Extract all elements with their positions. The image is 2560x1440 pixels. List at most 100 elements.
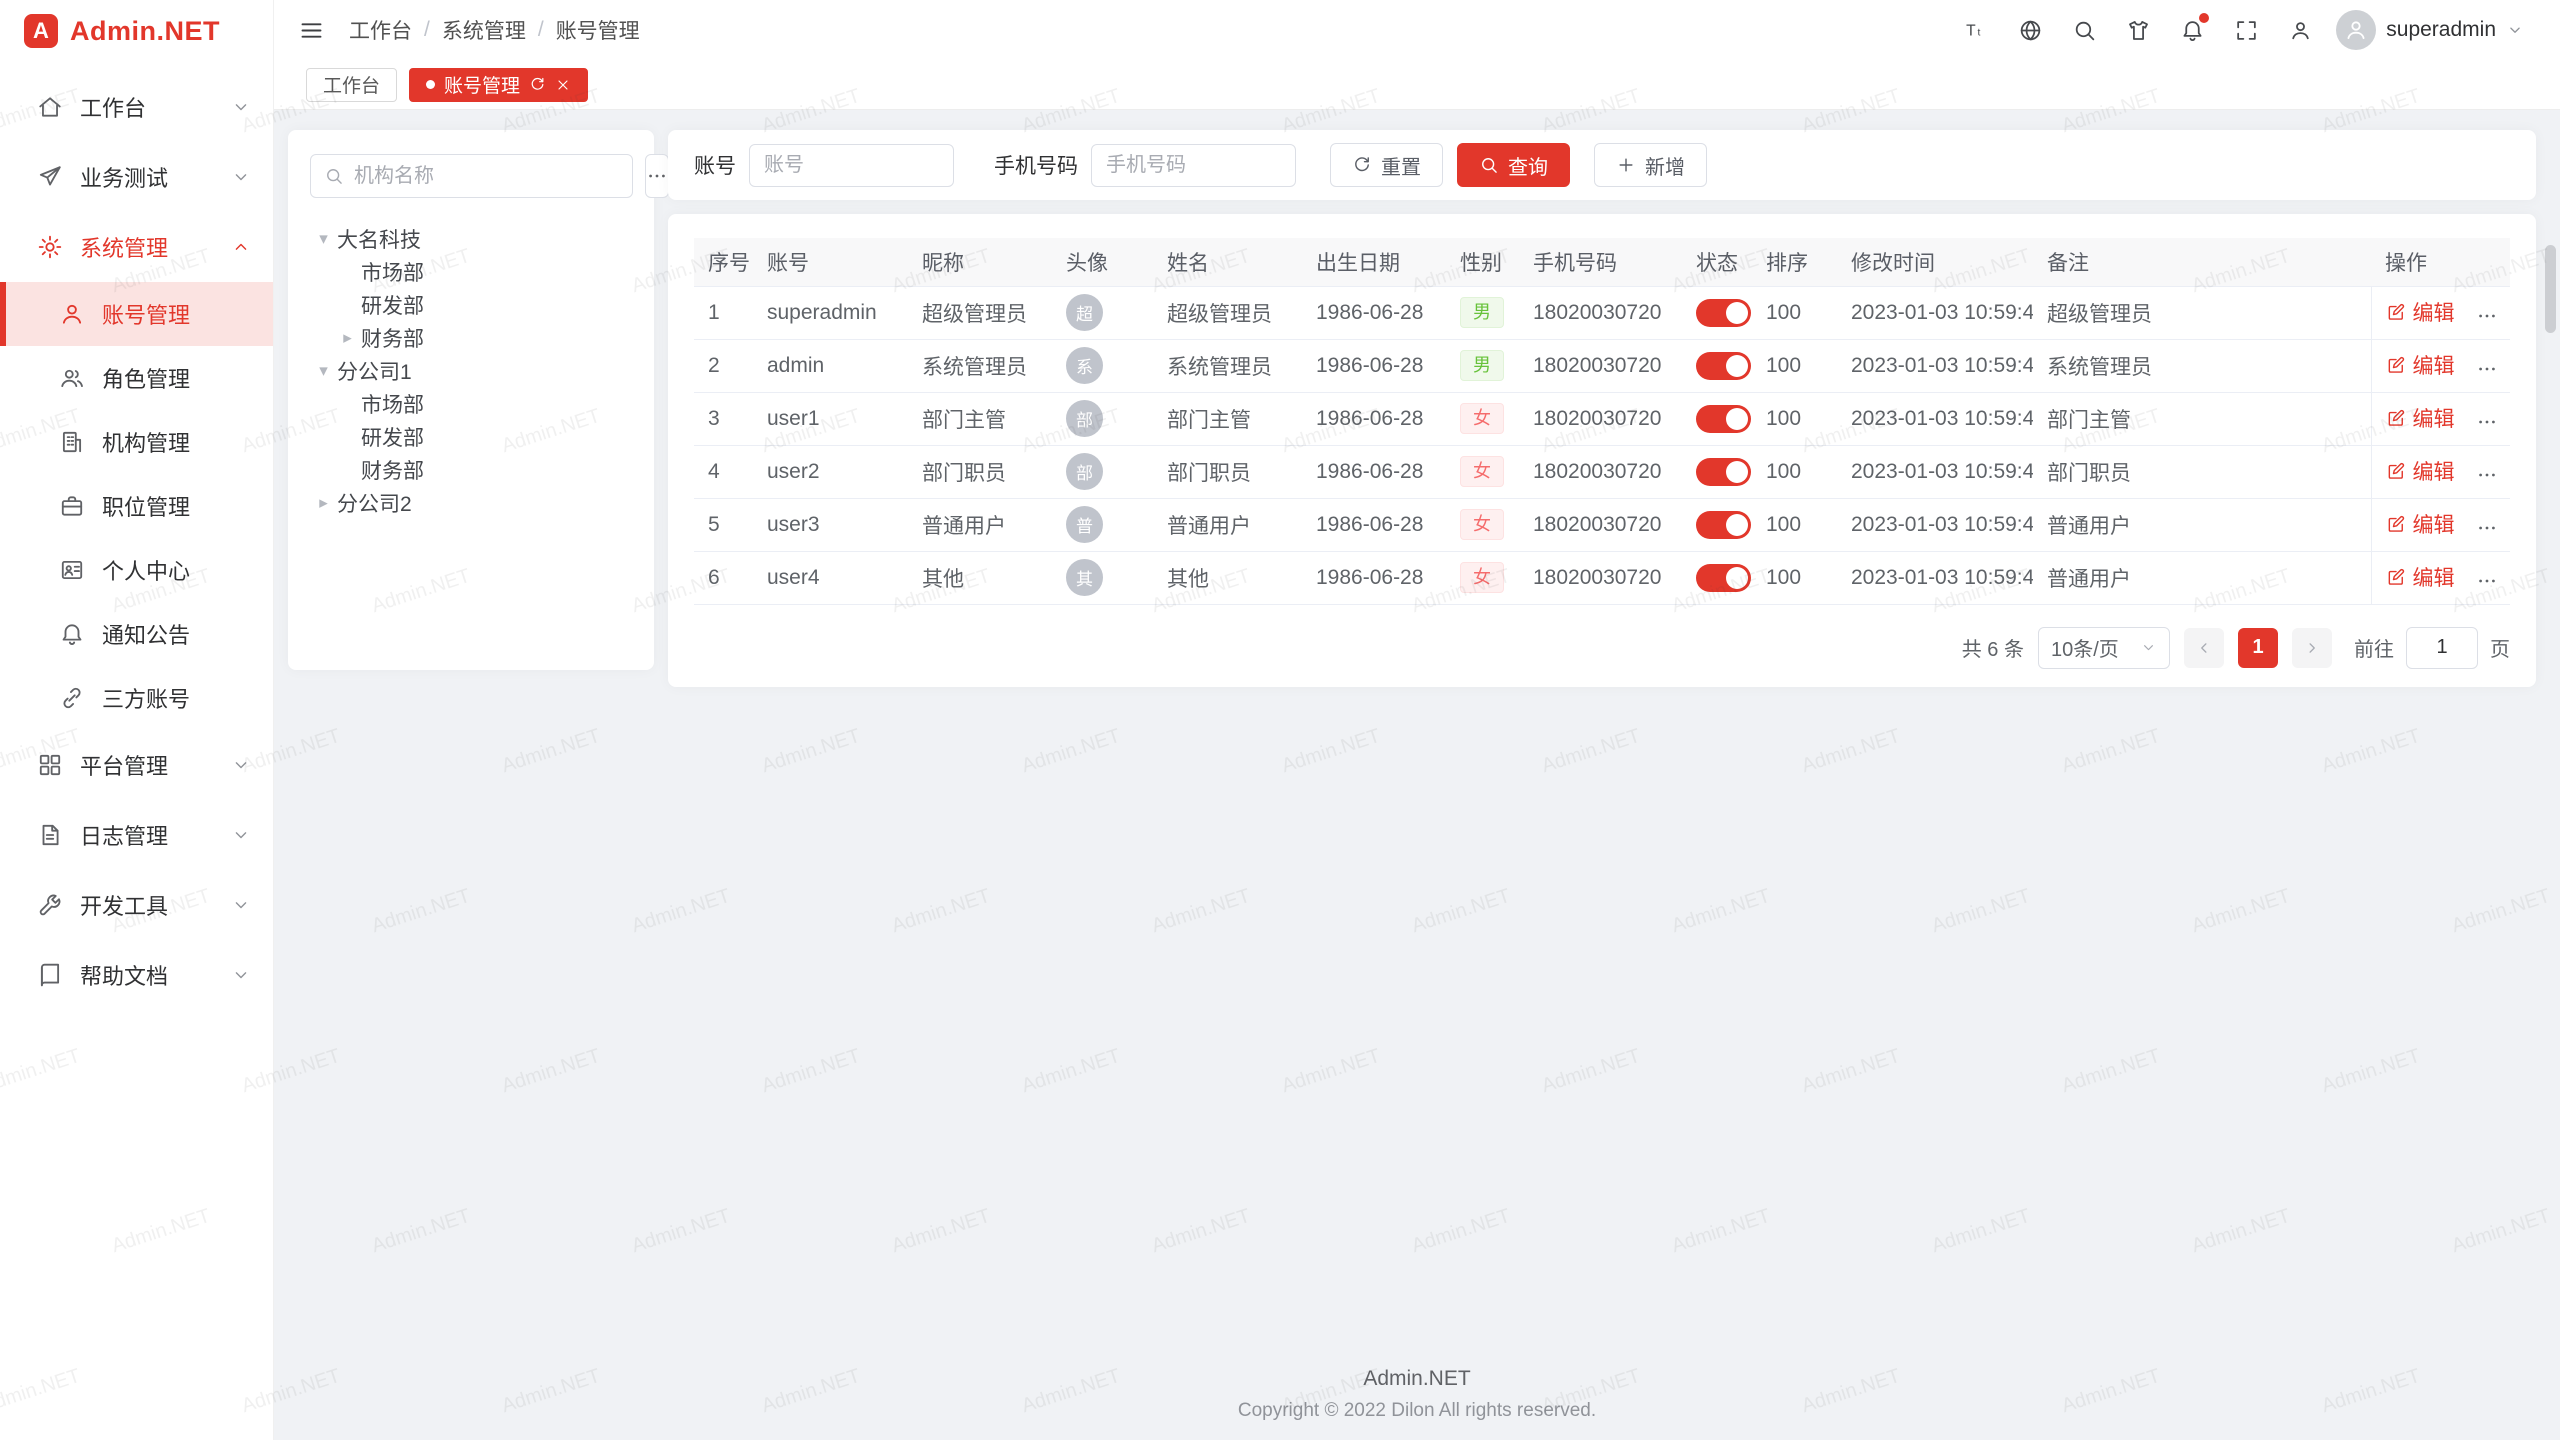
cell-name: 部门主管 (1153, 392, 1302, 445)
account-filter-input[interactable] (749, 144, 954, 187)
tree-node[interactable]: 财务部 (310, 321, 632, 354)
tree-caret-icon[interactable] (310, 493, 337, 513)
tab[interactable]: 账号管理 (409, 68, 588, 102)
next-page-button[interactable] (2292, 628, 2332, 668)
phone-filter-input[interactable] (1091, 144, 1296, 187)
tree-node[interactable]: 分公司1 (310, 354, 632, 387)
tree-node[interactable]: 市场部 (310, 255, 632, 288)
tree-node[interactable]: 研发部 (310, 420, 632, 453)
cell-modified: 2023-01-03 10:59:44 (1837, 286, 2033, 339)
tree-node-label: 市场部 (361, 389, 424, 419)
row-more-button[interactable] (2476, 305, 2498, 327)
scrollbar-thumb[interactable] (2545, 245, 2556, 333)
ellipsis-icon (2476, 358, 2498, 380)
status-toggle[interactable] (1696, 405, 1751, 433)
menu-item[interactable]: 三方账号 (0, 666, 273, 730)
prev-page-button[interactable] (2184, 628, 2224, 668)
search-button[interactable]: 查询 (1457, 143, 1570, 187)
goto-label: 前往 (2354, 633, 2394, 662)
tree-node[interactable]: 市场部 (310, 387, 632, 420)
status-toggle[interactable] (1696, 511, 1751, 539)
menu-item-label: 系统管理 (80, 231, 231, 263)
font-size-icon[interactable]: Tt (1962, 16, 1990, 44)
edit-button[interactable]: 编辑 (2386, 456, 2455, 486)
tree-caret-icon[interactable] (334, 328, 361, 348)
cell-phone: 18020030720 (1519, 286, 1682, 339)
edit-button[interactable]: 编辑 (2386, 403, 2455, 433)
user-settings-icon[interactable] (2286, 16, 2314, 44)
cell-birth: 1986-06-28 (1302, 339, 1446, 392)
tree-node[interactable]: 分公司2 (310, 486, 632, 519)
menu-item[interactable]: 开发工具 (0, 870, 273, 940)
ellipsis-icon (2476, 464, 2498, 486)
status-toggle[interactable] (1696, 299, 1751, 327)
edit-icon (2386, 355, 2406, 375)
menu-item[interactable]: 业务测试 (0, 142, 273, 212)
row-more-button[interactable] (2476, 464, 2498, 486)
menu-item[interactable]: 角色管理 (0, 346, 273, 410)
tree-node-label: 大名科技 (337, 224, 421, 254)
tree-node[interactable]: 大名科技 (310, 222, 632, 255)
column-header: 头像 (1052, 238, 1153, 286)
page-jump-input[interactable] (2406, 627, 2478, 669)
refresh-icon[interactable] (529, 76, 546, 93)
tree-node[interactable]: 财务部 (310, 453, 632, 486)
tab[interactable]: 工作台 (306, 68, 397, 102)
edit-icon (2386, 408, 2406, 428)
avatar: 系 (1066, 347, 1103, 384)
row-more-button[interactable] (2476, 358, 2498, 380)
fullscreen-icon[interactable] (2232, 16, 2260, 44)
status-toggle[interactable] (1696, 352, 1751, 380)
edit-button[interactable]: 编辑 (2386, 350, 2455, 380)
edit-button[interactable]: 编辑 (2386, 562, 2455, 592)
page-number-button[interactable]: 1 (2238, 628, 2278, 668)
tree-caret-icon[interactable] (310, 229, 337, 249)
close-icon[interactable] (555, 77, 571, 93)
reset-button[interactable]: 重置 (1330, 143, 1443, 187)
breadcrumb-item[interactable]: 账号管理 (556, 15, 640, 45)
breadcrumb-item[interactable]: 工作台 (349, 15, 412, 45)
breadcrumb-item[interactable]: 系统管理 (442, 15, 526, 45)
org-search-input[interactable] (354, 165, 619, 188)
row-more-button[interactable] (2476, 570, 2498, 592)
page-unit-label: 页 (2490, 633, 2510, 662)
menu-item[interactable]: 平台管理 (0, 730, 273, 800)
footer-copyright: Copyright © 2022 Dilon All rights reserv… (274, 1400, 2560, 1422)
theme-icon[interactable] (2124, 16, 2152, 44)
menu-item[interactable]: 系统管理 (0, 212, 273, 282)
row-more-button[interactable] (2476, 517, 2498, 539)
menu-item[interactable]: 个人中心 (0, 538, 273, 602)
user-menu[interactable]: superadmin (2336, 10, 2524, 50)
menu-item-label: 角色管理 (102, 362, 251, 394)
cell-index: 4 (694, 445, 753, 498)
cell-birth: 1986-06-28 (1302, 498, 1446, 551)
menu-item[interactable]: 账号管理 (0, 282, 273, 346)
page-size-select[interactable]: 10条/页 (2038, 627, 2170, 669)
hamburger-icon[interactable] (298, 17, 325, 44)
menu-item[interactable]: 机构管理 (0, 410, 273, 474)
notification-bell-icon[interactable] (2178, 16, 2206, 44)
cell-index: 6 (694, 551, 753, 604)
tree-caret-icon[interactable] (310, 361, 337, 381)
menu-item[interactable]: 职位管理 (0, 474, 273, 538)
edit-button[interactable]: 编辑 (2386, 509, 2455, 539)
language-icon[interactable] (2016, 16, 2044, 44)
column-header: 性别 (1446, 238, 1519, 286)
status-toggle[interactable] (1696, 458, 1751, 486)
row-more-button[interactable] (2476, 411, 2498, 433)
search-icon[interactable] (2070, 16, 2098, 44)
status-toggle[interactable] (1696, 564, 1751, 592)
menu-item[interactable]: 日志管理 (0, 800, 273, 870)
edit-button[interactable]: 编辑 (2386, 297, 2455, 327)
org-more-button[interactable] (645, 154, 669, 198)
menu-item[interactable]: 帮助文档 (0, 940, 273, 1010)
gender-badge: 女 (1460, 562, 1504, 594)
cell-order: 100 (1752, 551, 1837, 604)
role-icon (58, 365, 86, 391)
menu-item[interactable]: 工作台 (0, 72, 273, 142)
ellipsis-icon (2476, 570, 2498, 592)
sidebar: A Admin.NET 工作台 业务测试 系统管理 (0, 0, 274, 1440)
add-button[interactable]: 新增 (1594, 143, 1707, 187)
tree-node[interactable]: 研发部 (310, 288, 632, 321)
menu-item[interactable]: 通知公告 (0, 602, 273, 666)
